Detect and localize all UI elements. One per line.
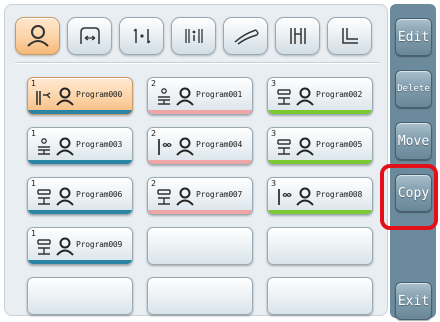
program-name: Program008 [316,190,363,199]
person-icon [56,237,74,256]
empty-program-slot[interactable] [27,277,133,315]
empty-program-slot[interactable] [147,277,253,315]
program-slot-program006[interactable]: 1 Program006 [27,177,133,215]
program-slot-program000[interactable]: 1 Program000 [27,77,133,115]
program-name: Program003 [76,140,123,149]
program-name: Program009 [76,240,123,249]
action-sidebar: Edit Delete Move Copy Exit [390,4,436,320]
program-name: Program006 [76,190,123,199]
empty-program-slot[interactable] [147,227,253,265]
person-icon [296,87,314,106]
program-name: Program001 [196,90,243,99]
exit-button[interactable]: Exit [395,282,432,320]
program-stripe [148,160,252,164]
tab-separator [15,63,379,64]
program-slot-program005[interactable]: 3 Program005 [267,127,373,165]
tab-gripper[interactable] [223,17,268,55]
move-button[interactable]: Move [395,122,432,160]
tower-icon [37,239,51,255]
tower-icon [277,139,291,155]
pole-infinity-icon [158,139,172,155]
bracket-stack-icon [184,29,203,43]
tower-icon [157,189,171,205]
category-tab-bar [15,17,377,57]
program-slot-program001[interactable]: 2 Program001 [147,77,253,115]
person-icon [176,187,194,206]
tab-frame-arrow[interactable] [67,17,112,55]
program-name: Program005 [316,140,363,149]
program-slot-program009[interactable]: 1 Program009 [27,227,133,265]
program-grid: 1 Program000 2 Program001 3 Program002 1 Progra… [27,77,377,315]
bracket-dot-icon [132,28,151,44]
program-stripe [268,210,372,214]
tab-bracket-dot[interactable] [119,17,164,55]
person-icon [176,87,194,106]
program-name: Program002 [316,90,363,99]
program-stripe [148,110,252,114]
tab-pillars[interactable] [275,17,320,55]
program-stripe [268,160,372,164]
tab-step[interactable] [327,17,372,55]
program-stripe [28,210,132,214]
tab-person[interactable] [15,17,60,55]
robot-gripper-icon [36,91,51,105]
program-stripe [28,260,132,264]
empty-program-slot[interactable] [267,227,373,265]
program-name: Program000 [76,90,123,99]
stack-plate-icon [38,138,50,155]
program-select-screen: 1 Program000 2 Program001 3 Program002 1 Progra… [0,0,440,322]
program-name: Program004 [196,140,243,149]
program-stripe [148,210,252,214]
person-icon [296,187,314,206]
program-stripe [28,110,132,114]
program-stripe [268,110,372,114]
program-slot-program003[interactable]: 1 Program003 [27,127,133,165]
pillars-icon [289,28,306,44]
person-icon [56,137,74,156]
person-icon [56,87,74,106]
tower-icon [277,89,291,105]
person-icon [296,137,314,156]
edit-button[interactable]: Edit [395,18,432,56]
program-slot-program002[interactable]: 3 Program002 [267,77,373,115]
delete-button[interactable]: Delete [395,70,432,108]
gripper-icon [234,29,259,45]
program-slot-program004[interactable]: 2 Program004 [147,127,253,165]
copy-highlight-frame [380,164,438,230]
stack-plate-icon [158,88,170,105]
empty-program-slot[interactable] [267,277,373,315]
person-icon [176,137,194,156]
program-panel: 1 Program000 2 Program001 3 Program002 1 Progra… [4,4,388,316]
pole-infinity-icon [278,189,292,205]
person-icon [26,25,49,47]
frame-arrow-icon [79,27,100,44]
program-stripe [28,160,132,164]
program-name: Program007 [196,190,243,199]
tab-bracket-stack[interactable] [171,17,216,55]
person-icon [56,187,74,206]
tower-icon [37,189,51,205]
step-icon [341,28,358,44]
program-slot-program007[interactable]: 2 Program007 [147,177,253,215]
program-slot-program008[interactable]: 3 Program008 [267,177,373,215]
